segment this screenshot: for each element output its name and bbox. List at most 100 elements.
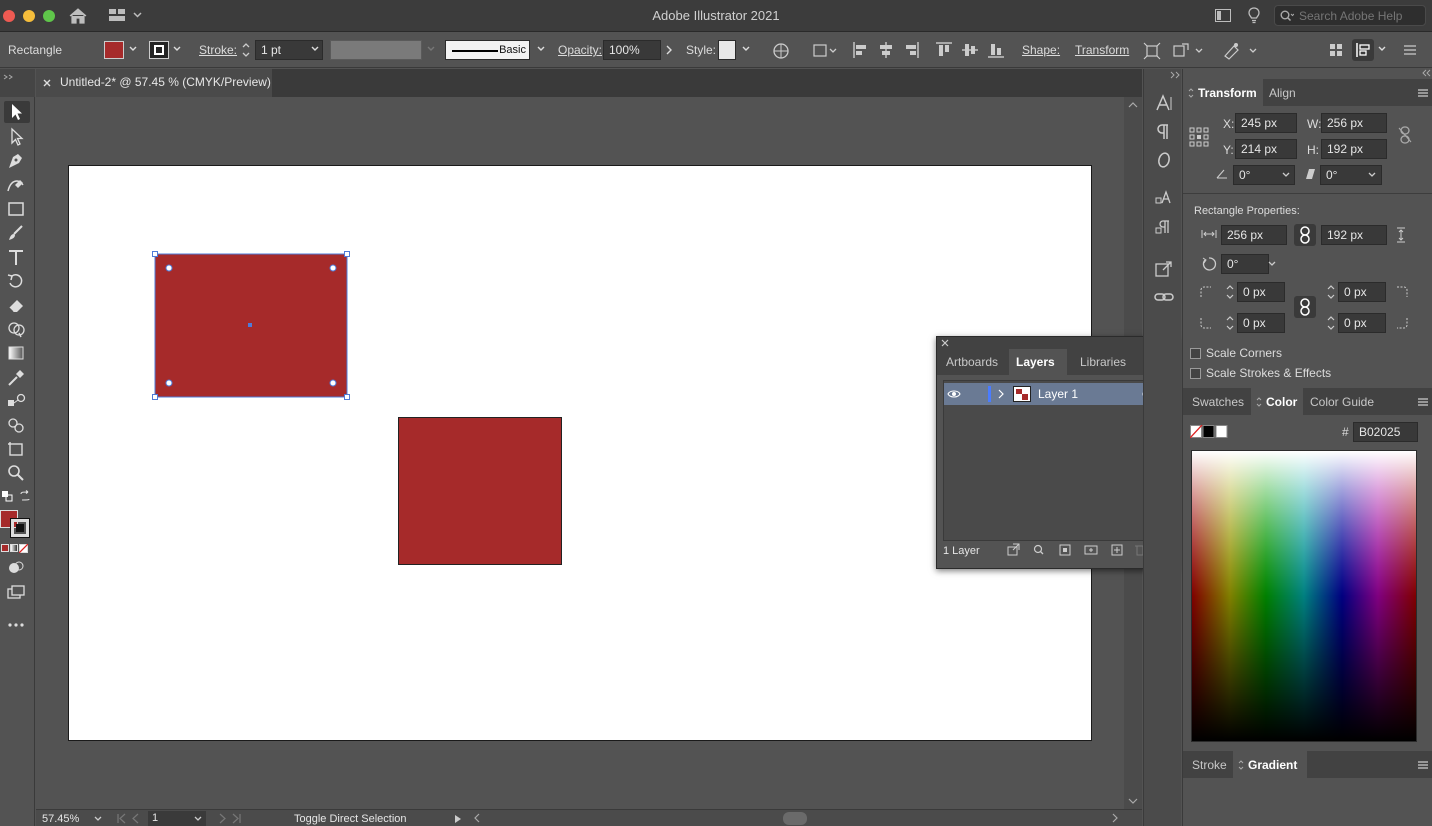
reference-point-icon[interactable] (1189, 127, 1209, 147)
document-tab[interactable]: Untitled-2* @ 57.45 % (CMYK/Preview) (36, 69, 272, 97)
x-field[interactable]: 245 px (1235, 113, 1297, 133)
shape-label[interactable]: Shape: (1022, 43, 1060, 57)
panel-menu-icon[interactable] (1417, 397, 1429, 407)
first-prev-artboard-icon[interactable] (116, 813, 144, 824)
selection-bounding-box[interactable] (150, 249, 352, 402)
layer-row[interactable]: Layer 1 (944, 383, 1170, 405)
tab-transform-bg[interactable]: Transform (1183, 79, 1263, 106)
align-left-icon[interactable] (852, 41, 868, 59)
lightbulb-icon[interactable] (1248, 7, 1260, 24)
w-field[interactable]: 256 px (1321, 113, 1387, 133)
symbol-sprayer-icon[interactable] (5, 415, 27, 435)
tab-layers[interactable]: Layers (1016, 355, 1055, 369)
scale-strokes-label[interactable]: Scale Strokes & Effects (1206, 366, 1331, 380)
properties-toggle[interactable] (1352, 39, 1374, 61)
align-to-icon[interactable] (812, 42, 838, 59)
panel-menu-icon[interactable] (1417, 760, 1429, 770)
stroke-label[interactable]: Stroke: (199, 43, 237, 57)
transform-again-icon[interactable] (1172, 42, 1206, 60)
character-styles-icon[interactable] (1154, 188, 1174, 208)
stepper-icon[interactable] (1225, 314, 1235, 332)
zoom-level[interactable]: 57.45% (42, 813, 79, 825)
scroll-right-icon[interactable] (1111, 813, 1119, 823)
link-corners-button[interactable] (1294, 296, 1316, 318)
scroll-left-icon[interactable] (473, 813, 481, 823)
opacity-field[interactable]: 100% (603, 40, 661, 60)
align-top-icon[interactable] (935, 41, 953, 59)
next-last-artboard-icon[interactable] (214, 813, 242, 824)
stepper-icon[interactable] (1326, 283, 1336, 301)
tab-swatches[interactable]: Swatches (1192, 395, 1244, 409)
tab-transform[interactable]: Transform (1198, 86, 1257, 100)
chevron-down-icon[interactable] (128, 43, 138, 55)
swap-fill-stroke-icon[interactable] (19, 490, 31, 502)
align-horizontal-center-icon[interactable] (878, 41, 894, 59)
tab-stroke[interactable]: Stroke (1192, 758, 1227, 772)
fill-swatch[interactable] (104, 41, 124, 59)
stepper-icon[interactable] (241, 41, 251, 59)
corner-tl-field[interactable]: 0 px (1237, 282, 1285, 302)
scale-corners-label[interactable]: Scale Corners (1206, 346, 1282, 360)
default-fill-stroke-icon[interactable] (1, 490, 13, 502)
eraser-tool-icon[interactable] (5, 295, 27, 315)
export-assets-icon[interactable] (1154, 259, 1174, 279)
screen-mode-icon[interactable] (5, 582, 27, 602)
search-help-field[interactable] (1274, 5, 1426, 26)
color-spectrum[interactable] (1191, 450, 1417, 742)
gradient-tool-icon[interactable] (5, 343, 27, 363)
stroke-swatch[interactable] (149, 41, 169, 59)
chevron-down-icon[interactable] (310, 43, 320, 55)
chevron-down-icon[interactable] (536, 43, 546, 55)
transform-link[interactable]: Transform (1075, 43, 1129, 57)
h-field[interactable]: 192 px (1321, 139, 1387, 159)
close-icon[interactable] (42, 78, 52, 88)
paintbrush-tool-icon[interactable] (5, 223, 27, 243)
collapse-icon[interactable] (1421, 69, 1431, 77)
tab-color-guide[interactable]: Color Guide (1310, 395, 1374, 409)
none-black-white-swatches[interactable] (1190, 425, 1228, 438)
chevron-down-icon[interactable] (741, 43, 751, 55)
none-mode-icon[interactable] (19, 544, 28, 553)
eyedropper-tool-icon[interactable] (5, 367, 27, 387)
corner-tr-field[interactable]: 0 px (1338, 282, 1386, 302)
corner-bl-field[interactable]: 0 px (1237, 313, 1285, 333)
chevron-down-icon[interactable] (172, 43, 182, 55)
tab-artboards[interactable]: Artboards (946, 355, 998, 369)
hex-field[interactable]: B02025 (1353, 422, 1418, 442)
chevron-down-icon[interactable] (193, 814, 203, 824)
variable-width-profile[interactable] (330, 40, 422, 60)
arrange-icon[interactable] (1328, 42, 1344, 58)
direct-selection-icon[interactable] (5, 127, 27, 147)
stepper-icon[interactable] (1225, 283, 1235, 301)
draw-mode-icon[interactable] (5, 558, 27, 578)
tab-libraries[interactable]: Libraries (1080, 355, 1126, 369)
rotate-tool-icon[interactable] (5, 271, 27, 291)
tab-layers-bg[interactable]: Layers (1009, 349, 1067, 375)
tab-gradient-bg[interactable]: Gradient (1233, 751, 1307, 778)
gradient-mode-icon[interactable] (10, 544, 18, 552)
y-field[interactable]: 214 px (1235, 139, 1297, 159)
eye-icon[interactable] (947, 388, 961, 400)
collapse-icon[interactable] (2, 73, 14, 81)
rectangle-unselected[interactable] (398, 417, 562, 565)
scroll-up-icon[interactable] (1128, 101, 1138, 109)
links-panel-icon[interactable] (1154, 287, 1174, 307)
chevron-down-icon[interactable] (1377, 43, 1387, 55)
align-vertical-center-icon[interactable] (961, 41, 979, 59)
panel-menu-icon[interactable] (1403, 43, 1417, 57)
layer-name[interactable]: Layer 1 (1038, 387, 1078, 401)
opacity-label[interactable]: Opacity: (558, 43, 602, 57)
chevron-right-icon[interactable] (665, 44, 673, 56)
paragraph-panel-icon[interactable] (1154, 122, 1174, 142)
artboard-tool-icon[interactable] (5, 439, 27, 459)
chevron-down-icon[interactable] (1367, 170, 1377, 180)
align-right-icon[interactable] (904, 41, 920, 59)
tab-color[interactable]: Color (1266, 395, 1297, 409)
constrain-proportions-icon[interactable] (1398, 126, 1412, 144)
opentype-panel-icon[interactable] (1154, 150, 1174, 170)
chevron-down-icon[interactable] (93, 814, 103, 824)
align-bottom-icon[interactable] (987, 41, 1005, 59)
pen-tool-icon[interactable] (5, 151, 27, 171)
rect-angle-field[interactable]: 0° (1221, 254, 1269, 274)
color-mode-icon[interactable] (1, 544, 9, 552)
